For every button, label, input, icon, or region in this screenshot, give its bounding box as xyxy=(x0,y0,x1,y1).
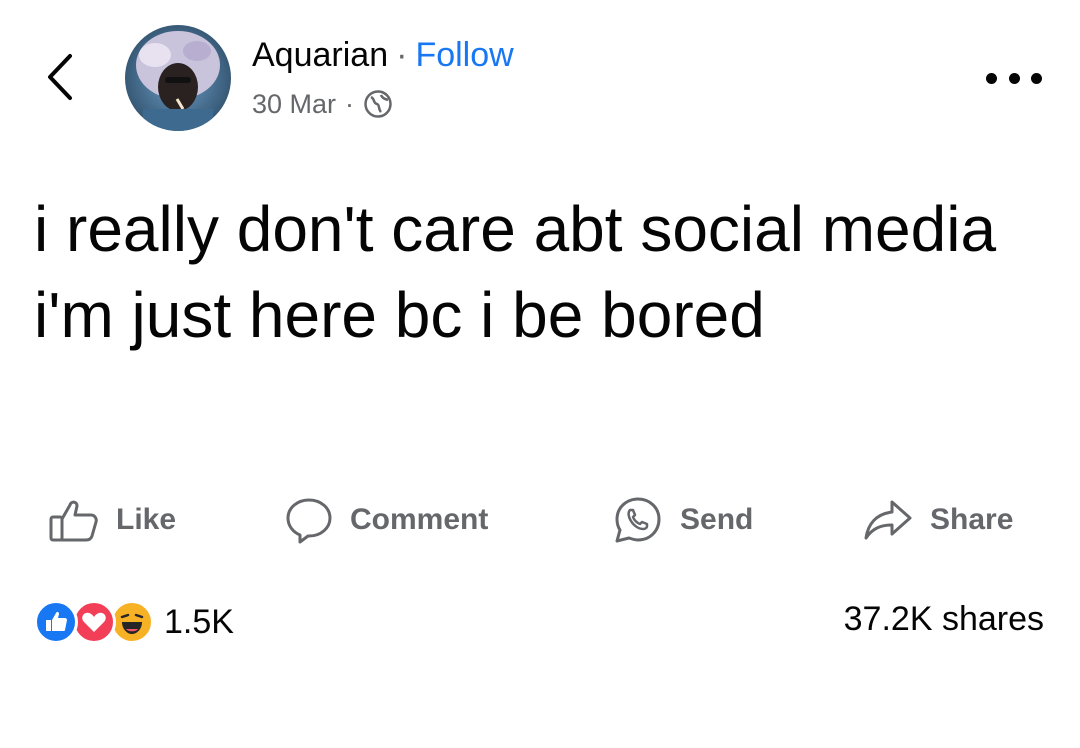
action-bar: Like Comment Send Share xyxy=(0,494,1080,546)
author-avatar[interactable] xyxy=(125,25,231,131)
love-reaction-icon xyxy=(72,600,116,644)
share-count[interactable]: 37.2K shares xyxy=(844,600,1044,639)
back-button[interactable] xyxy=(40,52,80,102)
chevron-left-icon xyxy=(48,54,72,100)
thumbs-up-icon xyxy=(49,500,98,542)
globe-icon xyxy=(364,90,392,118)
more-dot-icon xyxy=(1008,72,1020,84)
reaction-count: 1.5K xyxy=(164,602,234,641)
send-label: Send xyxy=(680,503,754,536)
author-name[interactable]: Aquarian xyxy=(252,36,388,74)
like-button[interactable]: Like xyxy=(48,494,176,546)
share-button[interactable]: Share xyxy=(862,494,1013,546)
comment-bubble-icon xyxy=(286,498,332,544)
avatar-image xyxy=(125,25,231,131)
like-label: Like xyxy=(116,503,177,536)
author-line: Aquarian · Follow xyxy=(252,34,514,76)
haha-reaction-icon xyxy=(110,600,154,644)
more-options-button[interactable] xyxy=(986,66,1042,90)
share-label: Share xyxy=(930,503,1014,536)
separator-dot: · xyxy=(396,36,408,74)
more-dot-icon xyxy=(986,72,997,84)
follow-button[interactable]: Follow xyxy=(415,36,513,74)
more-dot-icon xyxy=(1031,72,1042,84)
share-arrow-icon xyxy=(864,500,912,540)
reactions-summary[interactable]: 1.5K xyxy=(34,598,234,646)
meta-separator: · xyxy=(345,89,355,119)
post-meta: 30 Mar · xyxy=(252,87,393,121)
comment-label: Comment xyxy=(350,503,489,536)
post-date[interactable]: 30 Mar xyxy=(252,87,336,121)
post-text: i really don't care abt social media i'm… xyxy=(34,193,997,351)
whatsapp-icon xyxy=(615,497,661,543)
like-reaction-icon xyxy=(34,600,78,644)
send-button[interactable]: Send xyxy=(612,494,753,546)
comment-button[interactable]: Comment xyxy=(284,494,488,546)
